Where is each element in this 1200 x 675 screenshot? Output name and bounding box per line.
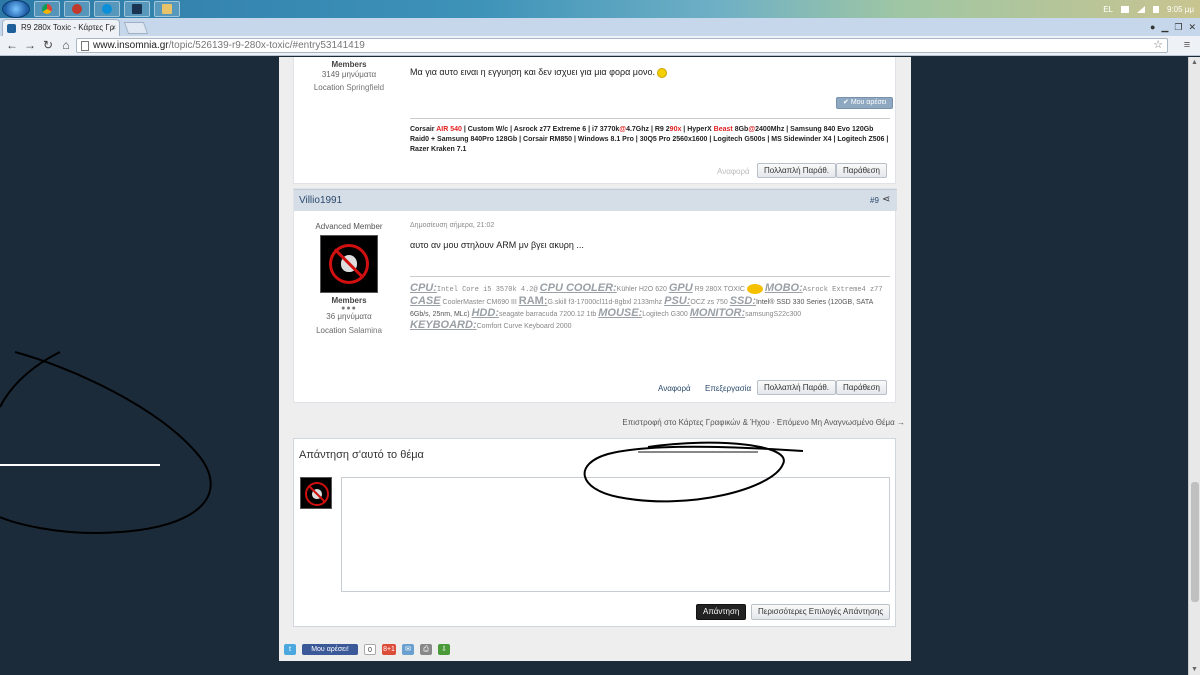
league-taskbar-icon[interactable] [124, 1, 150, 17]
windows-taskbar: EL 9:05 μμ [0, 0, 1200, 18]
page-icon [81, 41, 89, 51]
browser-toolbar: ← → ↻ ⌂ www.insomnia.gr/topic/526139-r9-… [0, 36, 1200, 56]
print-icon[interactable]: ⎙ [420, 644, 432, 655]
browser-tab-strip: R9 280x Toxic - Κάρτες Γρ × [0, 18, 1200, 36]
signal-icon[interactable] [1136, 5, 1145, 13]
reply-heading: Απάντηση σ'αυτό το θέμα [299, 449, 424, 461]
post-header: Villio1991 #9 ⋖ [294, 189, 897, 211]
flag-icon[interactable] [1120, 5, 1129, 13]
new-tab-button[interactable] [123, 22, 149, 34]
email-icon[interactable]: ✉ [402, 644, 414, 655]
author-post-count: 36 μηνύματα [326, 312, 372, 321]
vertical-scrollbar[interactable]: ▲ ▼ [1188, 57, 1200, 675]
chrome-taskbar-icon[interactable] [34, 1, 60, 17]
post-author-info: Advanced Member Members ●●● 36 μηνύματα … [294, 222, 404, 335]
url-host: www.insomnia.gr [93, 40, 169, 51]
forward-icon[interactable]: → [22, 37, 38, 53]
report-link[interactable]: Αναφορά [658, 384, 691, 393]
bookmark-star-icon[interactable]: ☆ [1153, 39, 1163, 52]
forum-post: Members 3149 μηνύματα Location Springfie… [293, 57, 896, 184]
close-tab-icon[interactable]: × [111, 20, 116, 36]
twitter-icon[interactable]: t [284, 644, 296, 655]
home-icon[interactable]: ⌂ [58, 37, 74, 53]
post-date: Δημοσίευση σήμερα, 21:02 [410, 222, 495, 229]
smiley-icon [657, 67, 668, 78]
app-taskbar-icon[interactable] [64, 1, 90, 17]
window-controls: ● ▁ ❐ ✕ [1150, 18, 1196, 36]
reply-box: Απάντηση σ'αυτό το θέμα Απάντηση Περισσό… [293, 438, 896, 627]
skype-taskbar-icon[interactable] [94, 1, 120, 17]
google-plus-button[interactable]: 8+1 [382, 644, 396, 655]
chrome-menu-icon[interactable]: ≡ [1180, 38, 1194, 52]
clock[interactable]: 9:05 μμ [1167, 5, 1194, 14]
like-button[interactable]: ✔ Μου αρέσει [836, 97, 894, 109]
post-signature: CPU:Intel Core i5 3570k 4.2@ CPU COOLER:… [410, 276, 890, 332]
share-bar: t Μου αρέσει! 0 8+1 ✉ ⎙ ⇩ [284, 644, 450, 655]
next-unread-link[interactable]: Επόμενο Μη Αναγνωσμένο Θέμα → [777, 418, 905, 427]
scroll-up-icon[interactable]: ▲ [1189, 59, 1200, 66]
multiquote-button[interactable]: Πολλαπλή Παράθ. [757, 380, 837, 395]
avatar[interactable] [320, 235, 378, 293]
post-body: Μα για αυτο ειναι η εγγυηση και δεν ισχυ… [410, 67, 668, 78]
system-tray: EL 9:05 μμ [1060, 0, 1200, 18]
url-path: /topic/526139-r9-280x-toxic/#entry531414… [168, 40, 365, 51]
nav-separator: · [771, 418, 775, 427]
forum-content: Members 3149 μηνύματα Location Springfie… [279, 57, 911, 661]
reload-icon[interactable]: ↻ [40, 37, 56, 53]
scroll-down-icon[interactable]: ▼ [1189, 666, 1200, 673]
scribbled-text [638, 451, 758, 453]
author-location: Location Springfield [313, 83, 385, 92]
back-to-forum-link[interactable]: Επιστροφή στο Κάρτες Γραφικών & Ήχου [622, 418, 769, 427]
browser-tab[interactable]: R9 280x Toxic - Κάρτες Γρ × [2, 19, 120, 36]
start-button[interactable] [2, 0, 30, 18]
edit-link[interactable]: Επεξεργασία [705, 384, 751, 393]
facebook-like-button[interactable]: Μου αρέσει! [302, 644, 358, 655]
minimize-icon[interactable]: ▁ [1161, 22, 1168, 33]
author-role: Members [331, 60, 367, 69]
avatar [300, 477, 332, 509]
rank-pips-icon: ●●● [341, 305, 357, 312]
user-icon[interactable]: ● [1150, 22, 1155, 32]
reply-submit-button[interactable]: Απάντηση [696, 604, 747, 620]
post-signature: Corsair AIR 540 | Custom W/c | Asrock z7… [410, 118, 890, 155]
hand-drawn-circle [583, 441, 804, 503]
author-post-count: 3149 μηνύματα [321, 70, 377, 79]
close-window-icon[interactable]: ✕ [1188, 22, 1196, 33]
address-bar[interactable]: www.insomnia.gr/topic/526139-r9-280x-tox… [76, 38, 1168, 53]
explorer-taskbar-icon[interactable] [154, 1, 180, 17]
author-location: Location Salamina [316, 326, 382, 335]
quote-button[interactable]: Παράθεση [836, 380, 887, 395]
facebook-like-count: 0 [364, 644, 376, 655]
report-link[interactable]: Αναφορά [717, 167, 750, 176]
author-title: Advanced Member [315, 222, 383, 231]
hand-drawn-scribble [0, 351, 212, 534]
post-author-name[interactable]: Villio1991 [299, 195, 342, 206]
language-indicator[interactable]: EL [1103, 5, 1113, 14]
multiquote-button[interactable]: Πολλαπλή Παράθ. [757, 163, 837, 178]
scrollbar-thumb[interactable] [1191, 482, 1199, 602]
post-number[interactable]: #9 [870, 196, 879, 205]
topic-navigation: Επιστροφή στο Κάρτες Γραφικών & Ήχου · Ε… [279, 418, 905, 427]
speaker-icon[interactable] [1152, 5, 1159, 13]
favicon-icon [7, 24, 16, 33]
post-body: αυτο αν μου στηλουν ARM μν βγει ακυρη ..… [410, 240, 584, 250]
maximize-icon[interactable]: ❐ [1174, 22, 1182, 33]
post-author-info: Members 3149 μηνύματα Location Springfie… [294, 60, 404, 92]
quote-button[interactable]: Παράθεση [836, 163, 887, 178]
back-icon[interactable]: ← [4, 37, 20, 53]
more-reply-options-button[interactable]: Περισσότερες Επιλογές Απάντησης [751, 604, 891, 620]
emoji-icon [746, 284, 763, 295]
author-role: Members [331, 296, 367, 305]
tab-title: R9 280x Toxic - Κάρτες Γρ [21, 23, 115, 32]
download-icon[interactable]: ⇩ [438, 644, 450, 655]
forum-post: Villio1991 #9 ⋖ Advanced Member Members … [293, 188, 897, 403]
share-icon[interactable]: ⋖ [882, 194, 890, 205]
